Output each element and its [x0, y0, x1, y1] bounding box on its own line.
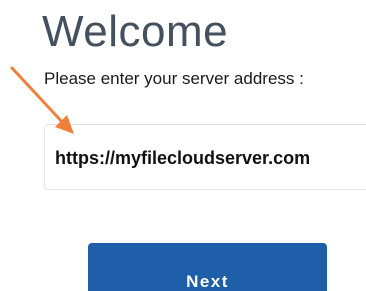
server-address-field[interactable]	[44, 124, 366, 190]
welcome-screen: Welcome Please enter your server address…	[0, 0, 366, 291]
page-title: Welcome	[42, 7, 229, 56]
next-button[interactable]: Next	[88, 243, 327, 291]
server-address-prompt: Please enter your server address :	[44, 69, 304, 88]
server-address-input[interactable]	[55, 143, 366, 173]
